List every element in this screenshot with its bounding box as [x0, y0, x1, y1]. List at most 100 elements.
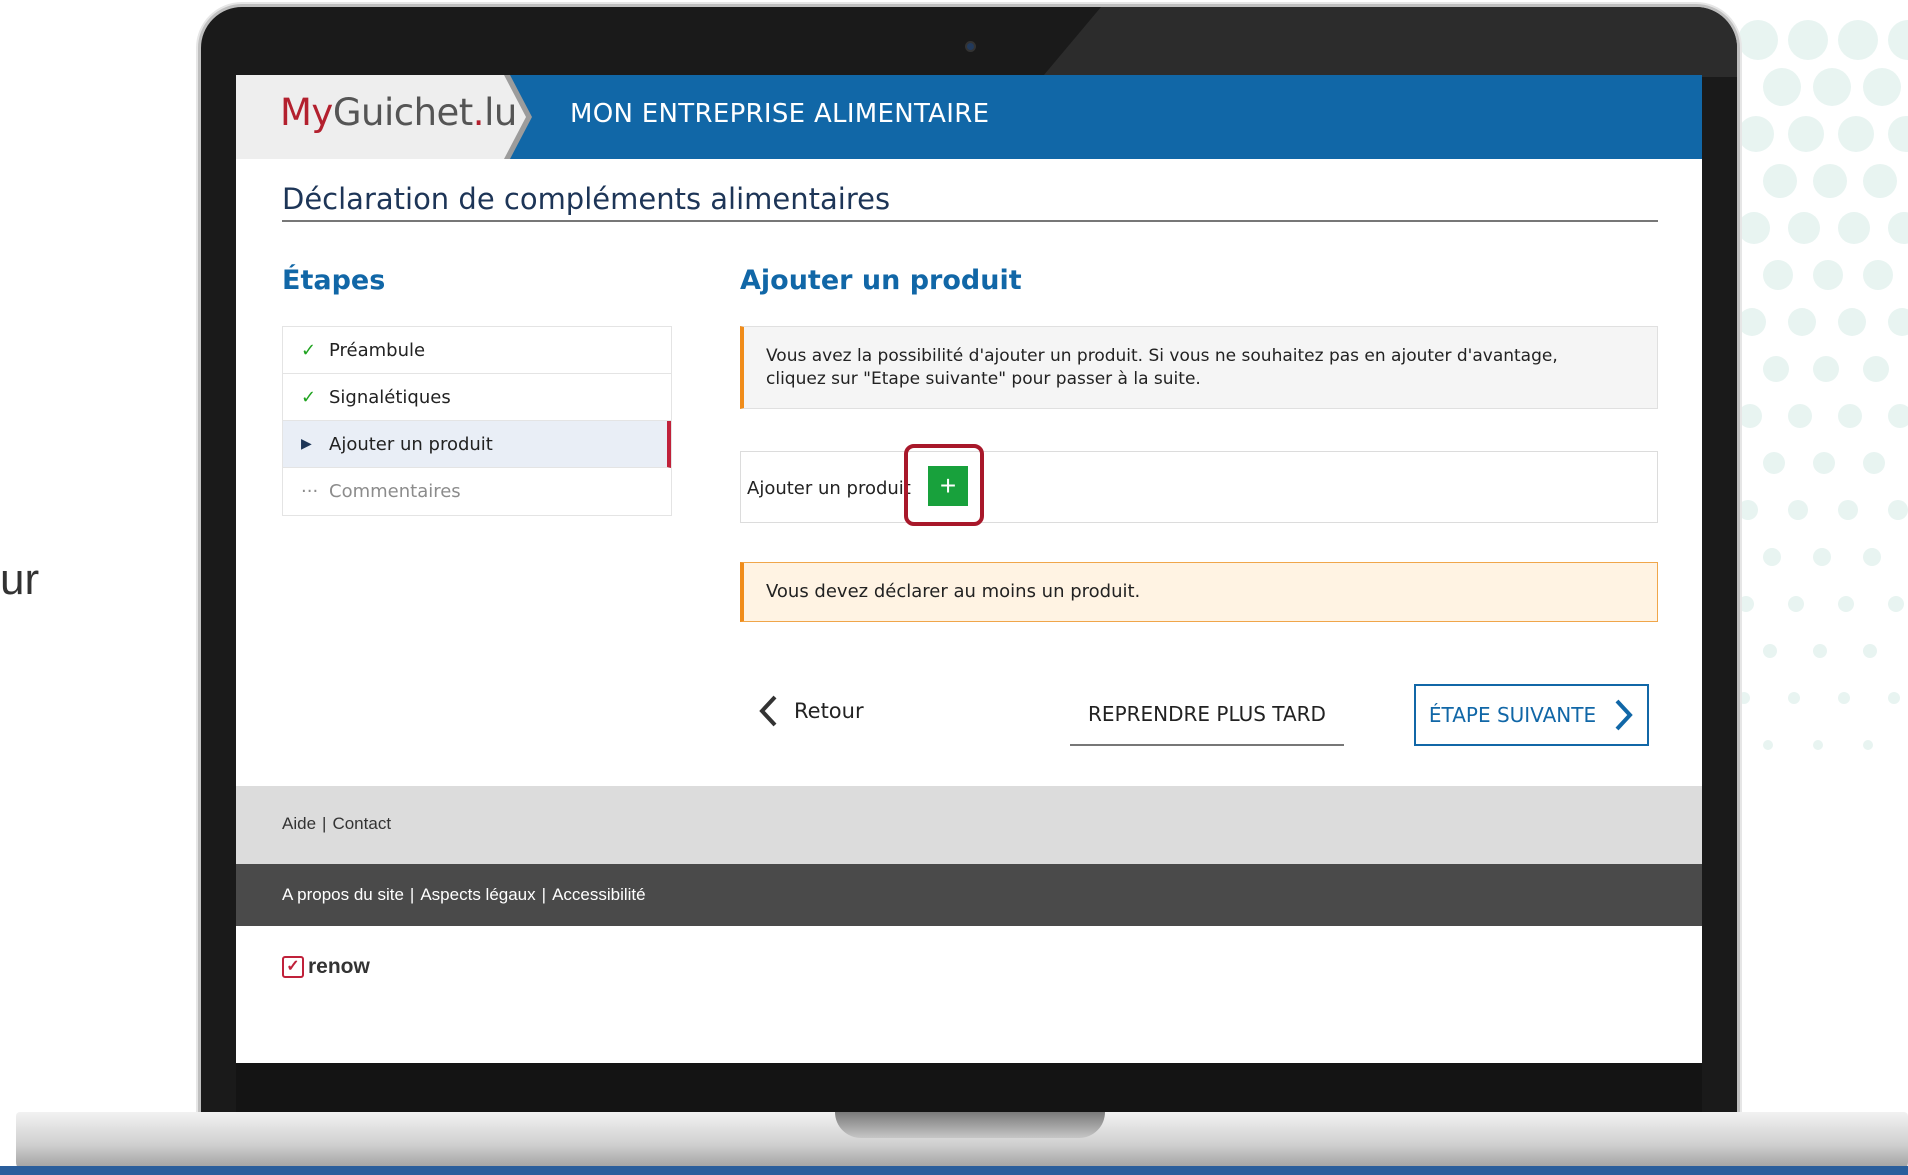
decorative-dot — [1788, 692, 1800, 704]
decorative-dot — [1788, 20, 1828, 60]
decorative-dot — [1738, 20, 1778, 60]
help-link[interactable]: Aide — [282, 814, 316, 833]
next-step-label: ÉTAPE SUIVANTE — [1428, 703, 1597, 727]
contact-link[interactable]: Contact — [332, 814, 391, 833]
decorative-dot — [1763, 740, 1773, 750]
back-link[interactable]: Retour — [758, 694, 864, 728]
steps-list: ✓ Préambule ✓ Signalétiques ▶ Ajouter un… — [282, 326, 672, 516]
decorative-dot — [1863, 452, 1885, 474]
laptop-bezel-bottom — [236, 1063, 1702, 1115]
decorative-dot — [1838, 596, 1854, 612]
decorative-dot — [1863, 644, 1877, 658]
decorative-dot — [1888, 212, 1908, 244]
decorative-dot — [1813, 68, 1851, 106]
footer-legal-bar: A propos du site | Aspects légaux | Accessib… — [236, 864, 1702, 926]
title-divider — [282, 220, 1658, 222]
decorative-dot — [1788, 596, 1804, 612]
webcam-icon — [965, 41, 976, 52]
info-line-1: Vous avez la possibilité d'ajouter un pr… — [766, 346, 1558, 366]
decorative-dot — [1838, 116, 1874, 152]
decorative-dot — [1888, 596, 1904, 612]
decorative-dot — [1888, 116, 1908, 152]
info-message: Vous avez la possibilité d'ajouter un pr… — [740, 326, 1658, 409]
decorative-dot — [1838, 212, 1870, 244]
step-label: Ajouter un produit — [329, 433, 493, 455]
decorative-dot — [1863, 548, 1881, 566]
decorative-dot — [1738, 596, 1754, 612]
logo-my: My — [280, 91, 333, 134]
section-heading: Ajouter un produit — [740, 265, 1022, 296]
decorative-dot — [1838, 500, 1858, 520]
browser-screen: MyGuichet.lu MON ENTREPRISE ALIMENTAIRE … — [236, 75, 1702, 1063]
step-ajouter-produit[interactable]: ▶ Ajouter un produit — [283, 421, 671, 468]
decorative-dot — [1863, 740, 1873, 750]
decorative-dot — [1888, 20, 1908, 60]
logo-lu: lu — [484, 91, 517, 134]
myguichet-logo[interactable]: MyGuichet.lu — [280, 91, 517, 134]
step-preambule[interactable]: ✓ Préambule — [283, 327, 671, 374]
site-header: MyGuichet.lu MON ENTREPRISE ALIMENTAIRE — [236, 75, 1702, 159]
decorative-dot — [1813, 452, 1835, 474]
footer-help-links: Aide | Contact — [282, 814, 392, 833]
decorative-dot — [1788, 212, 1820, 244]
step-signaletiques[interactable]: ✓ Signalétiques — [283, 374, 671, 421]
lid-reflection — [1042, 7, 1737, 77]
about-link[interactable]: A propos du site — [282, 885, 404, 904]
decorative-dot — [1863, 164, 1897, 198]
step-commentaires: ··· Commentaires — [283, 468, 671, 515]
chevron-left-icon — [759, 695, 777, 727]
decorative-dot — [1813, 164, 1847, 198]
decorative-dot — [1838, 20, 1878, 60]
background-text-fragment: ur — [0, 555, 40, 604]
logo-dot: . — [472, 91, 485, 134]
decorative-dot — [1788, 116, 1824, 152]
decorative-dot — [1838, 692, 1850, 704]
decorative-dot — [1863, 68, 1901, 106]
ellipsis-icon: ··· — [301, 481, 319, 502]
add-product-row: Ajouter un produit + — [740, 451, 1658, 523]
decorative-dot — [1763, 260, 1793, 290]
accessibility-link[interactable]: Accessibilité — [552, 885, 646, 904]
next-step-button[interactable]: ÉTAPE SUIVANTE — [1414, 684, 1649, 746]
decorative-dot — [1763, 356, 1789, 382]
decorative-dot — [1863, 260, 1893, 290]
decorative-dot — [1838, 404, 1862, 428]
decorative-dot — [1813, 548, 1831, 566]
checkmark-icon: ✓ — [301, 386, 317, 408]
decorative-dot — [1888, 404, 1908, 428]
decorative-dot — [1738, 116, 1774, 152]
steps-heading: Étapes — [282, 265, 386, 296]
laptop-notch — [835, 1112, 1105, 1138]
footer-help-bar: Aide | Contact — [236, 786, 1702, 864]
legal-link[interactable]: Aspects légaux — [420, 885, 535, 904]
footer-legal-links: A propos du site | Aspects légaux | Accessib… — [282, 885, 646, 904]
decorative-dot — [1888, 500, 1908, 520]
decorative-dot — [1888, 692, 1900, 704]
decorative-dot — [1738, 404, 1762, 428]
logo-guichet: Guichet — [332, 91, 473, 134]
decorative-dot — [1738, 308, 1766, 336]
step-label: Préambule — [329, 339, 426, 361]
chevron-right-icon — [1615, 699, 1633, 731]
decorative-dot — [1763, 164, 1797, 198]
tutorial-highlight-frame — [904, 444, 984, 526]
renow-label: renow — [308, 955, 370, 978]
triangle-right-icon: ▶ — [301, 436, 312, 452]
decorative-dot — [1763, 452, 1785, 474]
decorative-dot — [1763, 68, 1801, 106]
renow-logo[interactable]: ✓ renow — [282, 955, 370, 979]
resume-later-button[interactable]: REPRENDRE PLUS TARD — [1070, 684, 1344, 746]
bottom-accent-bar — [0, 1166, 1908, 1175]
step-label: Signalétiques — [329, 386, 451, 408]
decorative-dot — [1863, 356, 1889, 382]
renow-checkbox-icon: ✓ — [282, 956, 304, 978]
decorative-dot — [1738, 212, 1770, 244]
add-product-label: Ajouter un produit — [747, 478, 911, 499]
decorative-dot — [1738, 500, 1758, 520]
checkmark-icon: ✓ — [301, 339, 317, 361]
decorative-dot — [1763, 644, 1777, 658]
decorative-dot — [1838, 308, 1866, 336]
page-title: Déclaration de compléments alimentaires — [282, 182, 891, 216]
decorative-dot — [1813, 260, 1843, 290]
info-line-2: cliquez sur "Etape suivante" pour passer… — [766, 369, 1201, 389]
